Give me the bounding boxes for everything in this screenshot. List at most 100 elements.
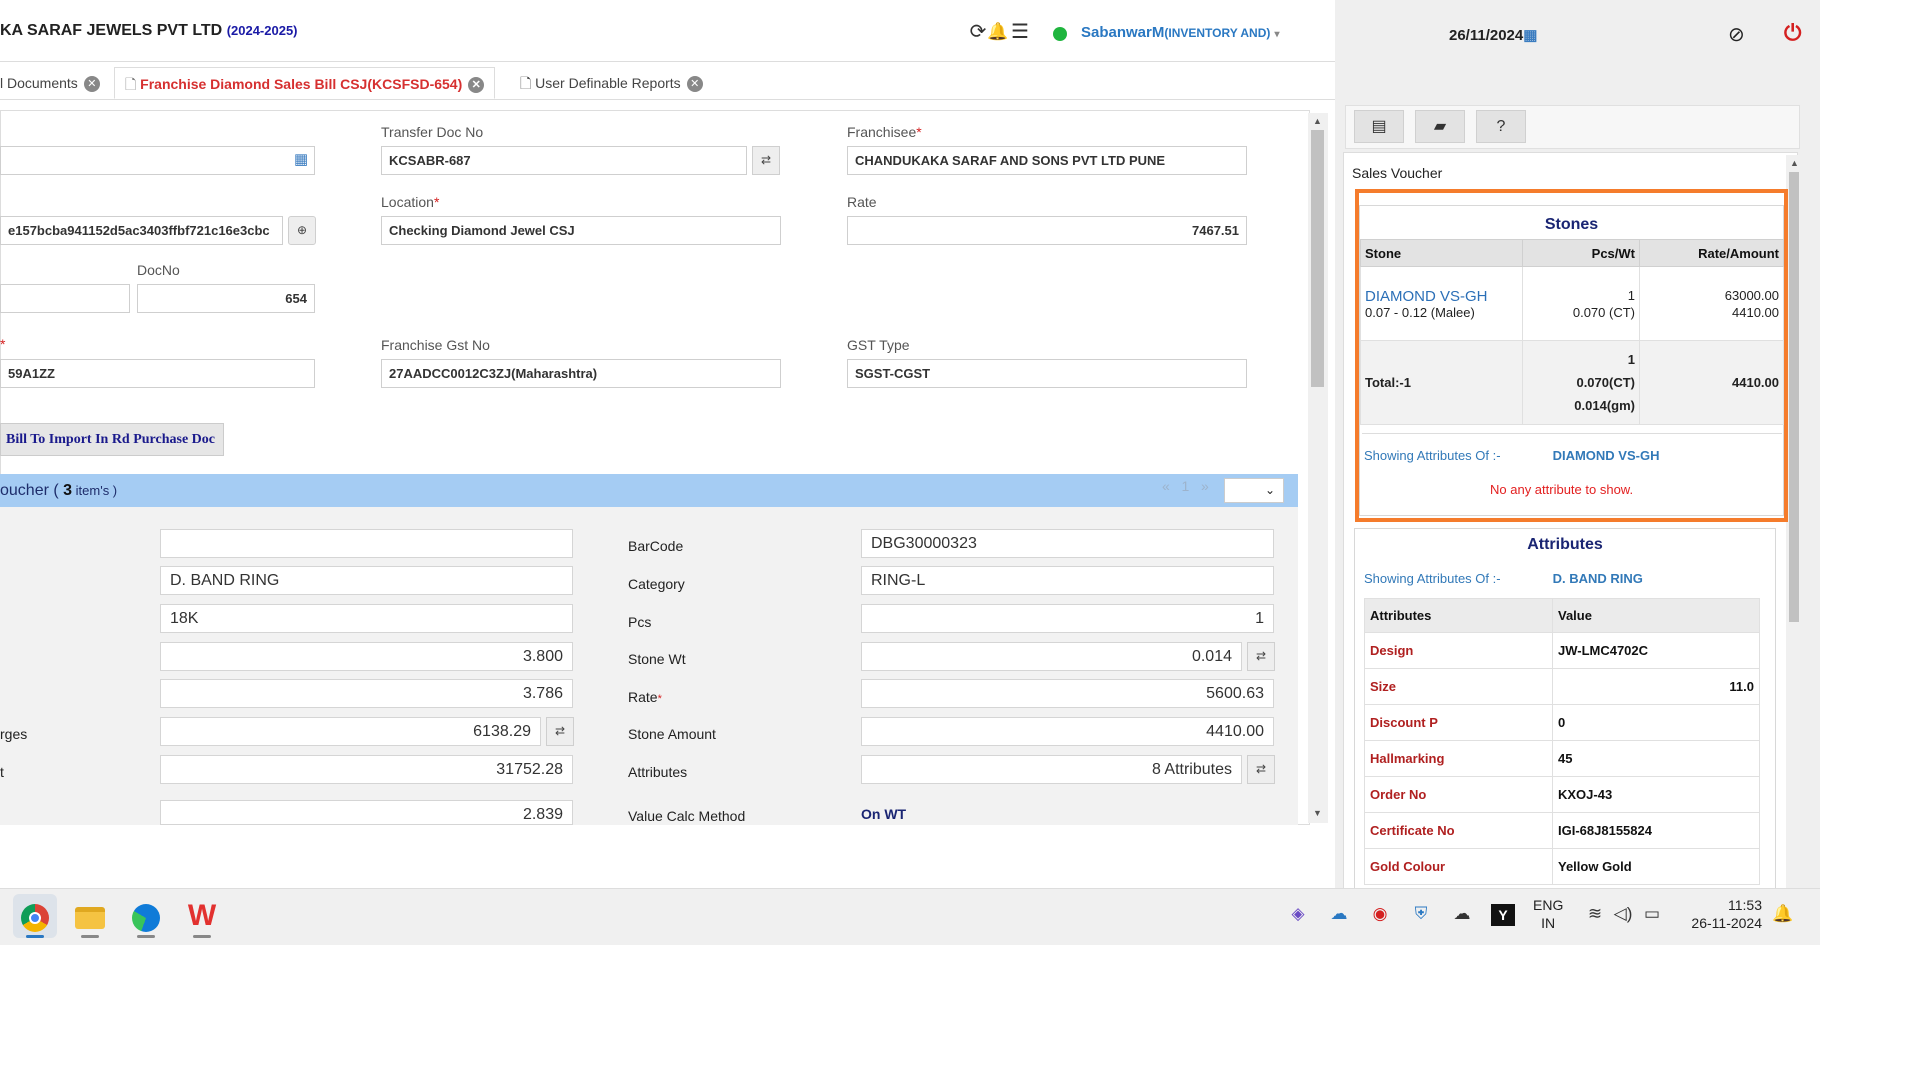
clock[interactable]: 11:53 26-11-2024 [1684, 896, 1762, 932]
lookup-icon[interactable]: ⇄ [1247, 755, 1275, 784]
date-input[interactable] [0, 146, 315, 175]
hash-field[interactable]: e157bcba941152d5ac3403ffbf721c16e3cbc [0, 216, 283, 245]
scroll-up-icon[interactable]: ▲ [1313, 116, 1322, 126]
power-icon[interactable]: ⏻ [1784, 20, 1801, 46]
docno-field[interactable]: 654 [137, 284, 315, 313]
rate-field[interactable]: 7467.51 [847, 216, 1247, 245]
attribute-name: Order No [1364, 776, 1553, 813]
close-icon[interactable]: ✕ [468, 77, 485, 94]
notification-bell-icon[interactable]: 🔔 [1771, 904, 1795, 924]
lookup-icon[interactable]: ⇄ [546, 717, 574, 746]
date-display[interactable]: 26/11/2024▦ [1449, 26, 1537, 44]
shield-icon[interactable]: ⛨ [1409, 904, 1433, 924]
table-row: Order No KXOJ-43 [1364, 776, 1760, 813]
stone-wt-field[interactable]: 0.014 [861, 642, 1242, 671]
item-attributes-caption: Showing Attributes Of :- D. BAND RING [1364, 571, 1643, 586]
close-icon[interactable]: ✕ [83, 76, 100, 93]
form-scrollbar-thumb[interactable] [1311, 130, 1324, 387]
stone-amount-label: Stone Amount [628, 726, 716, 742]
stone-wt-label: Stone Wt [628, 651, 686, 667]
running-indicator [137, 935, 155, 938]
teams-icon[interactable]: ◈ [1286, 904, 1310, 924]
list-view-icon[interactable]: ▤ [1354, 110, 1404, 143]
attributes-table: Attributes Value Design JW-LMC4702C Size 1… [1364, 598, 1760, 885]
scroll-up-icon[interactable]: ▲ [1790, 158, 1799, 168]
voucher-rate-field[interactable]: 5600.63 [861, 679, 1274, 708]
gross-wt-field[interactable]: 3.800 [160, 642, 573, 671]
attributes-label: Attributes [628, 764, 688, 780]
location-field[interactable]: Checking Diamond Jewel CSJ [381, 216, 781, 245]
value-calc-label: Value Calc Method [628, 808, 746, 824]
language-indicator[interactable]: ENG IN [1533, 896, 1563, 932]
net-wt-field[interactable]: 3.786 [160, 679, 573, 708]
barcode-field[interactable]: DBG30000323 [861, 529, 1274, 558]
category-field[interactable]: RING-L [861, 566, 1274, 595]
purity-field[interactable]: 18K [160, 604, 573, 633]
file-explorer-icon[interactable] [68, 894, 112, 938]
transfer-doc-label: Transfer Doc No [381, 124, 484, 140]
transfer-doc-field[interactable]: KCSABR-687 [381, 146, 747, 175]
page-size-select[interactable]: ⌄ [1224, 478, 1284, 503]
lookup-icon[interactable]: ⇄ [752, 146, 780, 175]
tab-user-definable-reports[interactable]: 🗋 User Definable Reports ✕ [510, 67, 713, 99]
charges-field[interactable]: 6138.29 [160, 717, 541, 746]
item-name-field[interactable]: D. BAND RING [160, 566, 573, 595]
time: 11:53 [1728, 897, 1762, 913]
edge-icon[interactable] [124, 894, 168, 938]
running-indicator [81, 935, 99, 938]
franchisee-field[interactable]: CHANDUKAKA SARAF AND SONS PVT LTD PUNE [847, 146, 1247, 175]
book-icon[interactable]: ▰ [1415, 110, 1465, 143]
stone-amount-field[interactable]: 4410.00 [861, 717, 1274, 746]
cloud-off-icon[interactable]: ☁ [1450, 904, 1474, 924]
battery-icon[interactable]: ▭ [1640, 904, 1664, 924]
chrome-icon[interactable] [13, 894, 57, 938]
record-icon[interactable]: ◉ [1368, 904, 1392, 924]
cloud-sync-icon[interactable]: ☁ [1327, 904, 1351, 924]
attribute-name: Design [1364, 632, 1553, 669]
attribute-value: KXOJ-43 [1552, 776, 1760, 813]
volume-icon[interactable]: ◁) [1611, 904, 1635, 924]
online-status-dot [1053, 27, 1067, 41]
voucher-field-1[interactable] [160, 529, 573, 558]
attribute-name: Gold Colour [1364, 848, 1553, 885]
bell-icon[interactable]: 🔔 [986, 20, 1010, 44]
highlight-box [1355, 189, 1788, 522]
attributes-field[interactable]: 8 Attributes [861, 755, 1242, 784]
help-icon[interactable]: ? [1476, 110, 1526, 143]
attribute-value: Yellow Gold [1552, 848, 1760, 885]
language-code: ENG [1533, 897, 1564, 913]
close-icon[interactable]: ✕ [686, 76, 703, 93]
table-row: Discount P0 [1364, 704, 1760, 741]
sidebar-scrollbar-thumb[interactable] [1789, 172, 1799, 622]
table-row: Design JW-LMC4702C [1364, 632, 1760, 669]
column-header: Value [1552, 598, 1760, 633]
lookup-icon[interactable]: ⇄ [1247, 642, 1275, 671]
import-bill-button[interactable]: Bill To Import In Rd Purchase Doc [0, 423, 224, 456]
voucher-field-8[interactable]: 2.839 [160, 800, 573, 825]
tab-franchise-diamond-sales-bill[interactable]: 🗋 Franchise Diamond Sales Bill CSJ(KCSFS… [114, 67, 496, 99]
eye-slash-icon[interactable]: ⊘ [1728, 22, 1745, 47]
calendar-icon[interactable]: ▦ [294, 150, 308, 168]
gst-type-field[interactable]: SGST-CGST [847, 359, 1247, 388]
attribute-value: 45 [1552, 740, 1760, 777]
pcs-field[interactable]: 1 [861, 604, 1274, 633]
wps-office-icon[interactable]: W [180, 894, 224, 938]
upload-icon[interactable]: ⊕ [288, 216, 316, 245]
gst-no-field[interactable]: 59A1ZZ [0, 359, 315, 388]
pager[interactable]: « 1 » [1162, 478, 1209, 494]
chevron-down-icon: ▾ [1274, 29, 1280, 40]
value-calc-value: On WT [861, 806, 907, 822]
app-tray-icon[interactable]: Y [1491, 904, 1515, 926]
tab-documents[interactable]: l Documents ✕ [0, 67, 110, 99]
doc-prefix-field[interactable] [0, 284, 130, 313]
amount-label: t [0, 764, 4, 780]
document-icon: 🗋 [520, 75, 532, 91]
table-row: Size 11.0 [1364, 668, 1760, 705]
amount-field[interactable]: 31752.28 [160, 755, 573, 784]
wifi-icon[interactable]: ≋ [1583, 904, 1607, 924]
franchise-gst-field[interactable]: 27AADCC0012C3ZJ(Maharashtra) [381, 359, 781, 388]
list-icon[interactable]: ☰ [1008, 20, 1032, 44]
user-menu[interactable]: SabanwarM(INVENTORY AND) ▾ [1081, 24, 1280, 41]
scroll-down-icon[interactable]: ▼ [1313, 808, 1322, 818]
charges-label: rges [0, 726, 28, 742]
